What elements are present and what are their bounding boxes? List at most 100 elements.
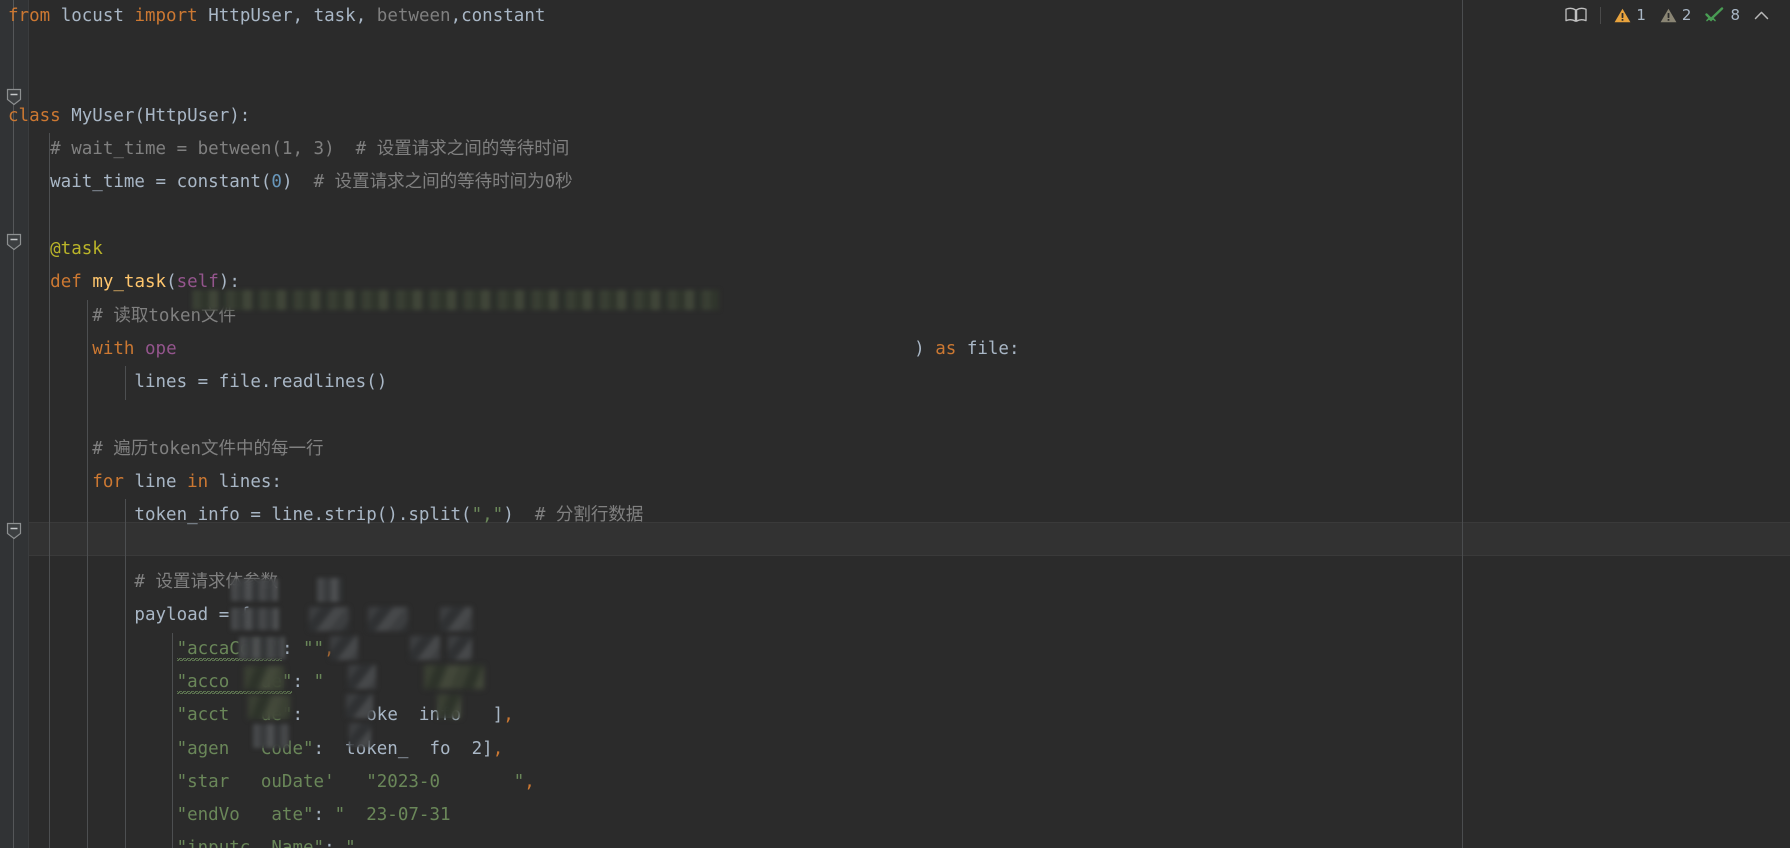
code-token: " bbox=[313, 671, 325, 692]
indent-guide bbox=[49, 599, 50, 633]
code-line[interactable]: # 遍历token文件中的每一行 bbox=[0, 432, 1790, 467]
code-token: , bbox=[503, 705, 514, 726]
code-token: : bbox=[292, 705, 367, 726]
code-content[interactable]: from locust import HttpUser, task, betwe… bbox=[0, 0, 1790, 848]
indent-guide bbox=[87, 832, 88, 848]
code-line[interactable] bbox=[0, 199, 1790, 234]
indent-guide bbox=[49, 466, 50, 500]
code-token: : bbox=[313, 805, 335, 826]
code-token: , bbox=[524, 771, 535, 792]
code-line[interactable]: "acct de": oke info ], bbox=[0, 699, 1790, 733]
code-token: # 设置请求之间的等待时间为0秒 bbox=[313, 172, 573, 193]
code-line[interactable]: "endVo ate": " 23-07-31 bbox=[0, 799, 1790, 833]
indent-guide bbox=[87, 366, 88, 400]
code-line[interactable]: lines = file.readlines() bbox=[0, 366, 1790, 400]
indent-guide bbox=[49, 632, 50, 666]
code-line[interactable]: wait_time = constant(0) # 设置请求之间的等待时间为0秒 bbox=[0, 166, 1790, 200]
code-token: " bbox=[345, 838, 356, 848]
code-line[interactable]: "agen Code": token_ fo 2], bbox=[0, 732, 1790, 766]
code-line[interactable] bbox=[0, 399, 1790, 433]
collapse-status-button[interactable] bbox=[1747, 0, 1776, 30]
code-token: self bbox=[176, 272, 219, 293]
code-token: "inputc Name" bbox=[177, 838, 325, 848]
typos-indicator[interactable]: 8 bbox=[1698, 0, 1747, 30]
code-line[interactable] bbox=[0, 67, 1790, 100]
code-line[interactable]: @task bbox=[0, 233, 1790, 267]
code-token: # 分割行数据 bbox=[534, 505, 644, 526]
code-token: HttpUser, task, bbox=[197, 6, 377, 26]
code-line[interactable]: "acco de": " bbox=[0, 665, 1790, 700]
code-line[interactable]: # 读取token文件 bbox=[0, 299, 1790, 333]
indent-guide bbox=[49, 699, 50, 733]
code-line[interactable]: "star ouDate' "2023-0 ", bbox=[0, 765, 1790, 800]
code-token: : bbox=[313, 738, 346, 759]
indent-guide bbox=[87, 499, 88, 533]
indent-guide bbox=[87, 566, 88, 600]
indent-guide bbox=[87, 466, 88, 500]
indent-guide bbox=[125, 532, 126, 567]
editor-status-strip[interactable]: 1 2 8 bbox=[1558, 0, 1790, 30]
code-line[interactable]: class MyUser(HttpUser): bbox=[0, 100, 1790, 133]
indent-guide bbox=[125, 632, 126, 666]
code-line[interactable]: token_info = line.strip().split(",") # 分… bbox=[0, 499, 1790, 533]
code-token: token_info = line.strip().split( bbox=[8, 505, 472, 526]
indent-guide bbox=[49, 199, 50, 234]
code-line[interactable]: "inputc Name": ", bbox=[0, 832, 1790, 848]
code-token: def bbox=[50, 272, 82, 293]
code-line[interactable]: "accaCode": "", bbox=[0, 632, 1790, 666]
code-token: 2] bbox=[450, 738, 493, 759]
weak-warnings-indicator[interactable]: 2 bbox=[1653, 0, 1699, 30]
code-token: "," bbox=[471, 505, 504, 526]
code-line[interactable] bbox=[0, 33, 1790, 66]
status-divider bbox=[1600, 6, 1602, 24]
code-token: info bbox=[397, 705, 462, 726]
code-line[interactable]: for line in lines: bbox=[0, 466, 1790, 500]
code-token: with bbox=[92, 338, 135, 359]
indent-guide bbox=[49, 799, 50, 833]
indent-guide bbox=[49, 233, 50, 267]
code-token: @task bbox=[8, 239, 103, 260]
code-token: token_ bbox=[345, 738, 409, 759]
code-line[interactable]: with ope ) as file: bbox=[0, 332, 1790, 367]
code-token: : bbox=[292, 671, 314, 692]
code-line[interactable] bbox=[0, 532, 1790, 567]
weak-warning-count: 2 bbox=[1681, 6, 1692, 24]
indent-guide bbox=[87, 765, 88, 800]
code-token: " 23-07-31 bbox=[334, 805, 472, 826]
indent-guide bbox=[125, 566, 126, 600]
code-line[interactable]: from locust import HttpUser, task, betwe… bbox=[0, 0, 1790, 33]
code-token: locust bbox=[50, 6, 135, 26]
code-token: # 读取token文件 bbox=[8, 305, 237, 326]
code-token: , bbox=[324, 638, 335, 659]
indent-guide bbox=[172, 832, 173, 848]
warning-triangle-icon bbox=[1614, 8, 1631, 22]
code-token: ) bbox=[914, 338, 936, 359]
code-token: : bbox=[324, 838, 345, 848]
code-token: "agen Code" bbox=[176, 738, 314, 759]
code-token: "star ouDate' bbox=[176, 771, 335, 792]
code-token: MyUser(HttpUser): bbox=[60, 105, 251, 126]
code-token: in bbox=[187, 472, 209, 493]
code-line[interactable]: payload = { bbox=[0, 599, 1790, 633]
indent-guide bbox=[172, 665, 173, 700]
code-editor[interactable]: from locust import HttpUser, task, betwe… bbox=[0, 0, 1790, 848]
code-line[interactable]: # 设置请求体参数 bbox=[0, 566, 1790, 600]
code-line[interactable]: def my_task(self): bbox=[0, 266, 1790, 300]
indent-guide bbox=[49, 499, 50, 533]
indent-guide bbox=[49, 366, 50, 400]
code-line[interactable]: # wait_time = between(1, 3) # 设置请求之间的等待时… bbox=[0, 133, 1790, 167]
warnings-indicator[interactable]: 1 bbox=[1607, 0, 1653, 30]
indent-guide bbox=[49, 332, 50, 367]
code-token: oke bbox=[366, 705, 398, 726]
indent-guide bbox=[172, 732, 173, 766]
indent-guide bbox=[172, 799, 173, 833]
indent-guide bbox=[49, 765, 50, 800]
indent-guide bbox=[125, 765, 126, 800]
reader-mode-button[interactable] bbox=[1558, 0, 1594, 30]
code-token: from bbox=[8, 6, 51, 26]
